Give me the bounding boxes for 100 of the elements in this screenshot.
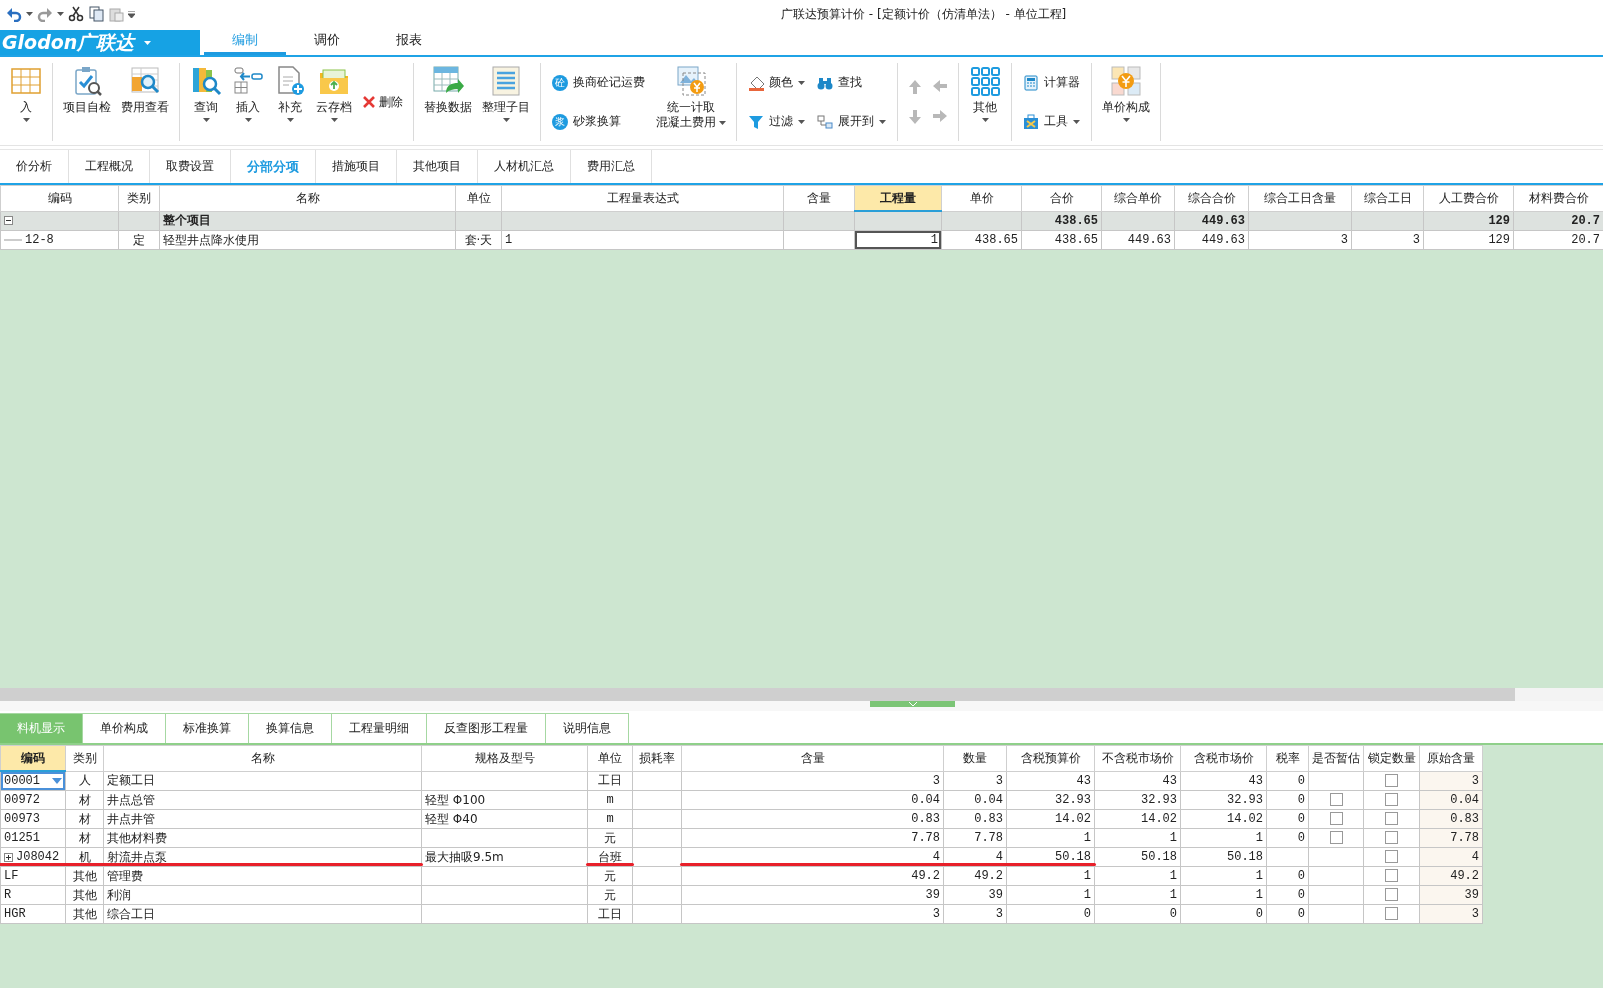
column-header[interactable]: 单位 bbox=[455, 185, 502, 211]
tab[interactable]: 工程量明细 bbox=[332, 713, 427, 743]
tab[interactable]: 说明信息 bbox=[546, 713, 629, 743]
checkbox[interactable] bbox=[1385, 888, 1398, 902]
column-header[interactable]: 含量 bbox=[681, 745, 944, 771]
column-header[interactable]: 单位 bbox=[587, 745, 633, 771]
table-icon bbox=[10, 65, 42, 97]
column-header[interactable]: 类别 bbox=[65, 745, 104, 771]
table-cell: m bbox=[587, 790, 633, 810]
column-header[interactable]: 综合工日含量 bbox=[1248, 185, 1352, 211]
badge-icon: 浆 bbox=[552, 113, 568, 130]
column-header[interactable]: 单价 bbox=[941, 185, 1022, 211]
checkbox[interactable] bbox=[1385, 869, 1398, 883]
column-header[interactable]: 综合合价 bbox=[1174, 185, 1249, 211]
column-header[interactable]: 合价 bbox=[1021, 185, 1102, 211]
checkbox[interactable] bbox=[1385, 812, 1398, 826]
column-header[interactable]: 原始含量 bbox=[1419, 745, 1483, 771]
table-cell: 43 bbox=[1094, 771, 1181, 791]
column-header[interactable]: 数量 bbox=[943, 745, 1007, 771]
table-cell: 轻型 Φ100 bbox=[421, 790, 588, 810]
table-cell: 4 bbox=[943, 847, 1007, 867]
column-header[interactable]: 材料费合价 bbox=[1513, 185, 1603, 211]
ribbon-button[interactable]: 过滤 bbox=[745, 111, 808, 132]
insert-rows-icon bbox=[232, 65, 264, 97]
expand-icon[interactable] bbox=[4, 852, 13, 862]
ribbon-button[interactable]: 统一计取 混凝土费用 bbox=[652, 63, 730, 141]
undo-icon[interactable] bbox=[6, 6, 22, 22]
table-cell: 其他材料费 bbox=[103, 828, 422, 848]
checkbox[interactable] bbox=[1329, 793, 1343, 807]
column-header[interactable]: 损耗率 bbox=[632, 745, 682, 771]
ribbon-button[interactable]: 查询 bbox=[186, 63, 226, 141]
splitter-handle[interactable] bbox=[870, 701, 955, 707]
ribbon-button[interactable]: 计算器 bbox=[1020, 72, 1083, 93]
column-header[interactable]: 规格及型号 bbox=[421, 745, 588, 771]
copy-icon[interactable] bbox=[88, 6, 104, 22]
tab[interactable]: 换算信息 bbox=[249, 713, 332, 743]
column-header[interactable]: 工程量表达式 bbox=[501, 185, 784, 211]
customize-caret-icon[interactable] bbox=[128, 10, 135, 18]
ribbon-button[interactable]: 颜色 bbox=[745, 72, 808, 93]
caret-icon bbox=[202, 118, 210, 122]
ribbon-button[interactable]: 展开到 bbox=[814, 111, 889, 132]
table-cell: 0.83 bbox=[943, 809, 1007, 829]
checkbox[interactable] bbox=[1385, 907, 1398, 921]
ribbon-button[interactable]: 单价构成 bbox=[1098, 63, 1154, 141]
column-header[interactable]: 含税市场价 bbox=[1180, 745, 1267, 771]
tab[interactable]: 反查图形工程量 bbox=[427, 713, 546, 743]
checkbox[interactable] bbox=[1385, 831, 1398, 845]
ribbon-button[interactable]: 浆 砂浆换算 bbox=[549, 111, 648, 132]
column-header[interactable]: 编码 bbox=[0, 185, 119, 211]
ribbon-button[interactable]: 查找 bbox=[814, 72, 889, 93]
dropdown-caret-icon[interactable] bbox=[52, 778, 62, 784]
ribbon-button[interactable]: 其他 bbox=[965, 63, 1005, 141]
table-cell: 工日 bbox=[587, 904, 633, 924]
column-header[interactable]: 名称 bbox=[159, 185, 456, 211]
scrollbar-thumb[interactable] bbox=[0, 688, 1515, 701]
column-header[interactable]: 类别 bbox=[118, 185, 160, 211]
collapse-icon[interactable] bbox=[4, 216, 13, 226]
ribbon-button[interactable]: 补充 bbox=[270, 63, 310, 141]
tab[interactable]: 标准换算 bbox=[166, 713, 249, 743]
caret-icon bbox=[981, 118, 989, 122]
table-cell: 材 bbox=[65, 790, 104, 810]
ribbon-button[interactable]: 插入 bbox=[228, 63, 268, 141]
caret-icon[interactable] bbox=[26, 12, 33, 16]
checkbox[interactable] bbox=[1385, 793, 1398, 807]
checkbox[interactable] bbox=[1329, 831, 1343, 845]
column-header[interactable]: 不含税市场价 bbox=[1094, 745, 1181, 771]
column-header[interactable]: 含量 bbox=[783, 185, 855, 211]
table-cell: 利润 bbox=[103, 885, 422, 905]
column-header[interactable]: 编码 bbox=[0, 745, 66, 771]
checkbox[interactable] bbox=[1329, 812, 1343, 826]
ribbon-button[interactable]: 砼 换商砼记运费 bbox=[549, 72, 648, 93]
table-cell: 轻型 Φ40 bbox=[421, 809, 588, 829]
column-header[interactable]: 综合单价 bbox=[1101, 185, 1175, 211]
scissors-icon[interactable] bbox=[68, 6, 84, 22]
ribbon-button[interactable]: 整理子目 bbox=[478, 63, 534, 141]
delete-button[interactable]: 删除 bbox=[358, 91, 407, 113]
button-label: 统一计取 bbox=[667, 100, 715, 115]
ribbon-button[interactable]: 入 bbox=[6, 63, 46, 141]
column-header[interactable]: 工程量 bbox=[854, 185, 942, 211]
ribbon-button[interactable]: 替换数据 bbox=[420, 63, 476, 141]
table-cell: 14.02 bbox=[1180, 809, 1267, 829]
ribbon-button[interactable]: 项目自检 bbox=[59, 63, 115, 141]
caret-icon[interactable] bbox=[57, 12, 64, 16]
table-cell: 50.18 bbox=[1006, 847, 1095, 867]
table-cell: 3 bbox=[1351, 230, 1424, 250]
tab[interactable]: 单价构成 bbox=[83, 713, 166, 743]
column-header[interactable]: 名称 bbox=[103, 745, 422, 771]
column-header[interactable]: 含税预算价 bbox=[1006, 745, 1095, 771]
column-header[interactable]: 综合工日 bbox=[1351, 185, 1424, 211]
column-header[interactable]: 锁定数量 bbox=[1363, 745, 1420, 771]
column-header[interactable]: 是否暂估 bbox=[1308, 745, 1364, 771]
column-header[interactable]: 人工费合价 bbox=[1423, 185, 1514, 211]
ribbon-button[interactable]: 云存档 bbox=[312, 63, 356, 141]
checkbox[interactable] bbox=[1385, 774, 1398, 788]
table-cell: 3 bbox=[681, 771, 944, 791]
column-header[interactable]: 税率 bbox=[1266, 745, 1309, 771]
ribbon-button[interactable]: 工具 bbox=[1020, 111, 1083, 132]
table-cell: 449.63 bbox=[1174, 230, 1249, 250]
ribbon-button[interactable]: 费用查看 bbox=[117, 63, 173, 141]
checkbox[interactable] bbox=[1385, 850, 1398, 864]
